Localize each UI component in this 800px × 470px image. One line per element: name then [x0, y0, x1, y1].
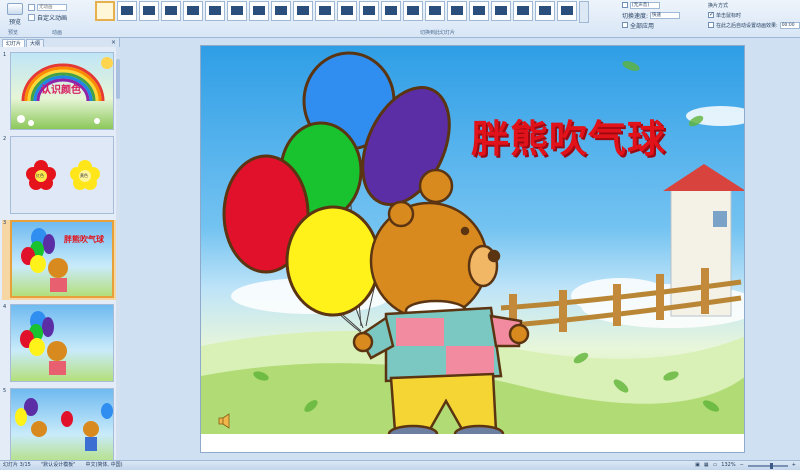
transition-wipe-down-thumb[interactable] — [227, 1, 247, 21]
transition-push-down-thumb[interactable] — [337, 1, 357, 21]
slide-2-red-label: 红色 — [36, 173, 44, 178]
group-label-preview: 预览 — [8, 30, 19, 36]
transition-gallery — [95, 1, 607, 25]
tab-outline[interactable]: 大纲 — [26, 39, 45, 47]
slide-workspace: 胖熊吹气球 — [120, 38, 800, 460]
slide-2-yellow-label: 黄色 — [80, 173, 88, 178]
auto-after-label: 在此之后自动设置动画效果: — [716, 22, 778, 29]
slide-thumbnail-3[interactable]: 3 胖熊吹气球 — [2, 220, 116, 300]
ribbon: 预览 无动画 自定义动画 预览 动画 切换到此幻灯片 [无声音] 切换速度: 快… — [0, 0, 800, 38]
sound-dropdown[interactable]: [无声音] — [630, 1, 660, 9]
transition-options: [无声音] 切换速度: 快速 全部应用 — [622, 0, 706, 30]
flowers-graphic — [26, 160, 100, 190]
animation-group: 无动画 自定义动画 — [28, 2, 92, 22]
bear-balloons-mini — [20, 311, 67, 375]
slideshow-icon[interactable]: ▭ — [713, 461, 718, 470]
transition-split-thumb[interactable] — [315, 1, 335, 21]
slide-counter: 幻灯片 3/15 — [3, 462, 31, 468]
preview-label: 预览 — [8, 19, 21, 26]
status-bar: 幻灯片 3/15 "默认设计模板" 中文(简体, 中国) ▣ ▦ ▭ 132% … — [0, 460, 800, 470]
zoom-out-icon[interactable]: − — [740, 461, 744, 470]
transition-box-thumb[interactable] — [557, 1, 577, 21]
slide-canvas[interactable]: 胖熊吹气球 — [200, 45, 745, 453]
speed-label: 切换速度: — [622, 12, 649, 20]
advance-title: 换片方式 — [708, 2, 729, 9]
transition-diamond-thumb[interactable] — [513, 1, 533, 21]
slide-number: 1 — [3, 52, 7, 58]
custom-animation-button[interactable]: 自定义动画 — [28, 12, 92, 22]
transition-cut-black-thumb[interactable] — [183, 1, 203, 21]
advance-slide-options: 换片方式 单击鼠标时 在此之后自动设置动画效果: 00:00 — [708, 0, 800, 30]
speed-dropdown[interactable]: 快速 — [650, 11, 681, 19]
slide-number: 5 — [3, 388, 7, 394]
transition-push-up-thumb[interactable] — [403, 1, 423, 21]
slide-title[interactable]: 胖熊吹气球 — [471, 108, 666, 163]
tab-slides[interactable]: 幻灯片 — [2, 39, 26, 47]
transition-fade-black-thumb[interactable] — [139, 1, 159, 21]
bears-balloons-mini — [15, 398, 113, 451]
transition-shape-thumb[interactable] — [469, 1, 489, 21]
on-click-label: 单击鼠标时 — [716, 12, 742, 19]
transition-plus-thumb[interactable] — [535, 1, 555, 21]
slide-bottom-strip — [201, 434, 744, 452]
theme-name: "默认设计模板" — [40, 462, 76, 468]
preview-icon — [7, 3, 23, 15]
zoom-in-icon[interactable]: + — [792, 461, 796, 470]
custom-animation-icon — [28, 13, 35, 21]
auto-after-time[interactable]: 00:00 — [779, 21, 800, 29]
auto-after-checkbox[interactable] — [708, 22, 714, 28]
animate-icon — [28, 3, 35, 11]
animate-dropdown[interactable]: 无动画 — [37, 3, 67, 11]
transition-cut-thumb[interactable] — [161, 1, 181, 21]
transition-dissolve-thumb[interactable] — [205, 1, 225, 21]
transition-push-left-thumb[interactable] — [359, 1, 379, 21]
slide-thumbnail-5[interactable]: 5 — [2, 388, 116, 460]
group-label-transition: 切换到此幻灯片 — [420, 30, 456, 36]
close-icon[interactable]: × — [111, 39, 116, 47]
yellow-balloon — [285, 205, 381, 317]
gallery-scroll[interactable] — [579, 1, 589, 23]
transition-wipe-left-thumb[interactable] — [249, 1, 269, 21]
apply-all-button[interactable]: 全部应用 — [622, 20, 706, 30]
transition-wipe-right-thumb[interactable] — [271, 1, 291, 21]
transition-fade-thumb[interactable] — [117, 1, 137, 21]
transition-wipe-up-thumb[interactable] — [293, 1, 313, 21]
transition-circle-thumb[interactable] — [491, 1, 511, 21]
transition-push-right-thumb[interactable] — [381, 1, 401, 21]
transition-uncover-thumb[interactable] — [447, 1, 467, 21]
sound-icon — [622, 2, 628, 8]
slide-thumbnail-2[interactable]: 2 红色 黄色 — [2, 136, 116, 216]
slide-sorter-icon[interactable]: ▦ — [704, 461, 709, 470]
slide-3-title: 胖熊吹气球 — [64, 235, 104, 244]
slide-number: 2 — [3, 136, 7, 142]
language-indicator: 中文(简体, 中国) — [85, 462, 123, 468]
slide-1-title: 认识颜色 — [41, 85, 81, 96]
slide-thumbnail-4[interactable]: 4 — [2, 304, 116, 384]
apply-all-label: 全部应用 — [630, 22, 655, 30]
custom-animation-label: 自定义动画 — [37, 14, 68, 22]
slide-number: 3 — [3, 220, 7, 226]
zoom-slider[interactable] — [747, 462, 788, 469]
preview-button[interactable]: 预览 — [3, 3, 27, 31]
on-click-checkbox[interactable] — [708, 11, 714, 18]
normal-view-icon[interactable]: ▣ — [695, 461, 700, 470]
slide-number: 4 — [3, 304, 7, 310]
slide-thumbnail-1[interactable]: 1 认识颜色 — [2, 52, 116, 132]
group-label-animation: 动画 — [52, 30, 63, 36]
transition-cover-thumb[interactable] — [425, 1, 445, 21]
apply-all-icon — [622, 22, 628, 28]
zoom-level[interactable]: 132% — [721, 461, 735, 470]
transition-none-thumb[interactable] — [95, 1, 115, 21]
slides-panel: 幻灯片 大纲 × 1 认识颜色 2 红色 黄色 3 胖熊吹气球 4 5 — [0, 38, 120, 460]
